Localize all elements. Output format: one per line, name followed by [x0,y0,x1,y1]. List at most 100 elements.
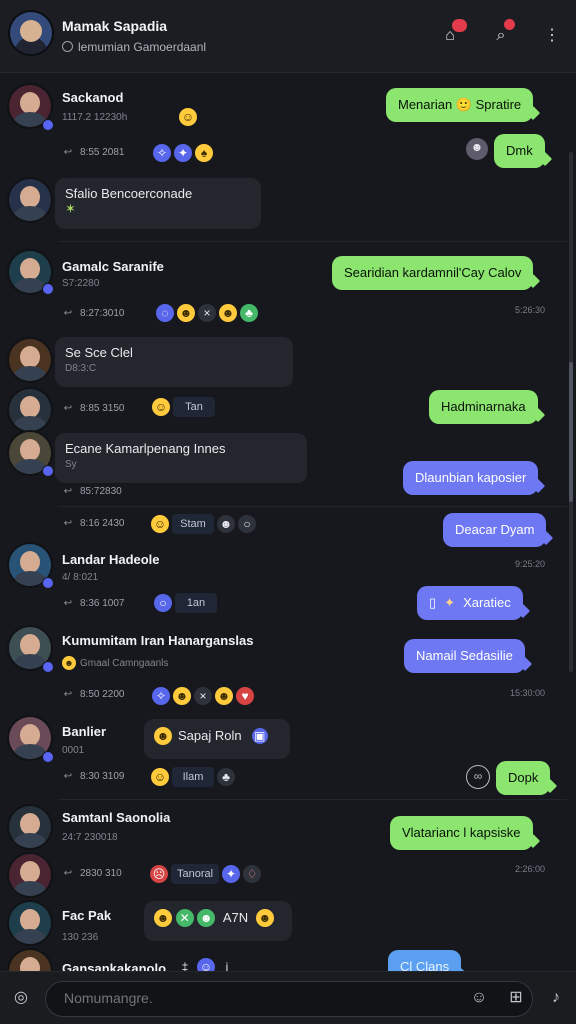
avatar[interactable] [9,179,51,221]
member-badge [42,751,54,763]
reaction-emoji-icon[interactable]: ☺ [152,398,170,416]
outgoing-message[interactable]: Dmk [494,134,545,168]
reaction-emoji-icon[interactable]: ◌ [156,304,174,322]
avatar[interactable] [9,339,51,381]
reaction-bar: ☺ Stam ☻ ○ [151,513,256,535]
outgoing-message[interactable]: Menarian 🙂 Spratire [386,88,534,122]
reaction-bar: ☹ Tanoral ✦ ♢ [150,863,262,885]
reaction-count[interactable]: Tanoral [171,864,220,884]
message-time: ↩ 8:85 3150 [62,403,125,414]
scrollbar[interactable] [569,152,573,672]
notification-badge [452,19,467,32]
outgoing-message[interactable]: Vlatarianc l kapsiske [390,816,533,850]
reaction-emoji-icon[interactable]: × [194,687,212,705]
reaction-bar: ✧ ☻ × ☻ ♥ [152,685,254,707]
avatar[interactable] [9,902,51,944]
reaction-emoji-icon[interactable]: ○ [238,515,256,533]
reaction-count[interactable]: 1an [175,593,217,613]
reaction-emoji-icon[interactable]: ☺ [151,768,169,786]
outgoing-message[interactable]: Hadminarnaka [429,390,538,424]
message-author[interactable]: Banlier [62,724,106,739]
reply-icon[interactable]: ↩ [62,868,74,879]
reaction-emoji-icon[interactable]: ✦ [222,865,241,883]
reaction-emoji-icon[interactable]: ✦ [174,144,192,162]
more-icon[interactable]: ⋮ [540,24,564,48]
reply-icon[interactable]: ↩ [62,598,74,609]
avatar[interactable] [9,389,51,431]
outgoing-message[interactable]: ▯ ✦ Xaratiec [417,586,523,620]
reaction-emoji-icon[interactable]: ☻ [217,515,235,533]
reaction-emoji-icon: ☻ [197,909,216,927]
message-meta: 4/ 8:021 [62,572,99,583]
incoming-message[interactable]: Se Sce Clel D8:3:C [55,337,293,387]
reaction-emoji-icon[interactable]: ♣ [217,768,235,786]
reaction-emoji-icon[interactable]: ☻ [173,687,191,705]
incoming-message[interactable]: Sfalio Bencoerconade ✶ [55,178,261,229]
message-author[interactable]: Kumumitam Iran Hanarganslas [62,633,253,648]
member-badge [42,119,54,131]
reaction-emoji-icon[interactable]: ♥ [236,687,254,705]
reaction-emoji-icon[interactable]: ○ [154,594,172,612]
image-icon: ▣ [251,728,268,744]
message-author[interactable]: Landar Hadeole [62,552,160,567]
reaction-emoji-icon[interactable]: ☺ [179,108,197,126]
reaction-emoji-icon[interactable]: ✧ [153,144,171,162]
channel-avatar[interactable] [10,12,52,54]
reaction-emoji-icon: ✕ [175,909,194,927]
message-composer: ◎ ☺ ⊞ ♪ [0,971,576,1024]
reaction-emoji-icon[interactable]: × [198,304,216,322]
reply-icon[interactable]: ↩ [62,486,74,497]
reaction-bar: ◌ ☻ × ☻ ♣ [156,302,258,324]
reaction-count[interactable]: Stam [172,514,214,534]
reply-icon[interactable]: ↩ [62,403,74,414]
reaction-emoji-icon[interactable]: ♠ [195,144,213,162]
reaction-emoji-icon[interactable]: ☻ [215,687,233,705]
message-input-container[interactable] [45,981,533,1017]
message-input[interactable] [62,989,436,1007]
emoji-icon[interactable]: ☺ [468,987,490,1009]
outgoing-message[interactable]: Dlaunbian kaposier [403,461,539,495]
message-author[interactable]: Sackanod [62,90,123,105]
avatar[interactable] [9,854,51,896]
message-time: ↩ 8:36 1007 [62,598,125,609]
message-meta: 1117.2 12230h [62,112,128,123]
message-time: 15:30:00 [509,688,545,698]
reply-icon[interactable]: ↩ [62,147,74,158]
message-time: 9:25:20 [514,559,545,569]
link-icon[interactable]: ∞ [466,765,490,789]
reaction-emoji-icon[interactable]: ☻ [177,304,195,322]
reply-icon[interactable]: ↩ [62,308,74,319]
incoming-message[interactable]: ☻ ✕ ☻ A7N ☻ [144,901,292,941]
message-time: ↩ 8:30 3109 [62,771,125,782]
outgoing-message[interactable]: Dopk [496,761,551,795]
reaction-emoji-icon[interactable]: ☻ [466,138,488,160]
reply-icon[interactable]: ↩ [62,771,74,782]
reply-icon[interactable]: ↩ [62,689,74,700]
reaction-count[interactable]: Ilam [172,767,214,787]
sticker-icon[interactable]: ⊞ [505,987,527,1009]
reaction-emoji-icon[interactable]: ✧ [152,687,170,705]
incoming-message[interactable]: Ecane Kamarlpenang Innes Sy [55,433,307,483]
reaction-count[interactable]: Tan [173,397,215,417]
message-author[interactable]: Fac Pak [62,908,111,923]
message-time: ↩ 8:50 2200 [62,689,125,700]
message-meta: 24:7 230018 [62,832,118,843]
reaction-emoji-icon[interactable]: ♢ [243,865,262,883]
avatar[interactable] [9,806,51,848]
reaction-emoji-icon[interactable]: ☺ [151,515,169,533]
message-author[interactable]: Gamalc Saranife [62,259,164,274]
incoming-message[interactable]: ☻ Sapaj Roln ▣ [144,719,290,759]
member-badge [42,283,54,295]
reaction-emoji-icon[interactable]: ♣ [240,304,258,322]
reply-icon[interactable]: ↩ [62,518,74,529]
outgoing-message[interactable]: Namail Sedasilie [404,639,525,673]
message-meta: 0001 [62,745,85,756]
reaction-emoji-icon[interactable]: ☹ [150,865,168,883]
outgoing-message[interactable]: Searidian kardamnil'Cay Calov [332,256,534,290]
attachment-icon[interactable]: ◎ [10,987,32,1009]
message-author[interactable]: Samtanl Saonolia [62,810,170,825]
message-list[interactable]: Sackanod 1117.2 12230h ☺ ↩ 8:55 2081 ✧ ✦ … [0,72,576,982]
mic-icon[interactable]: ♪ [545,987,567,1009]
outgoing-message[interactable]: Deacar Dyam [443,513,547,547]
reaction-emoji-icon[interactable]: ☻ [219,304,237,322]
